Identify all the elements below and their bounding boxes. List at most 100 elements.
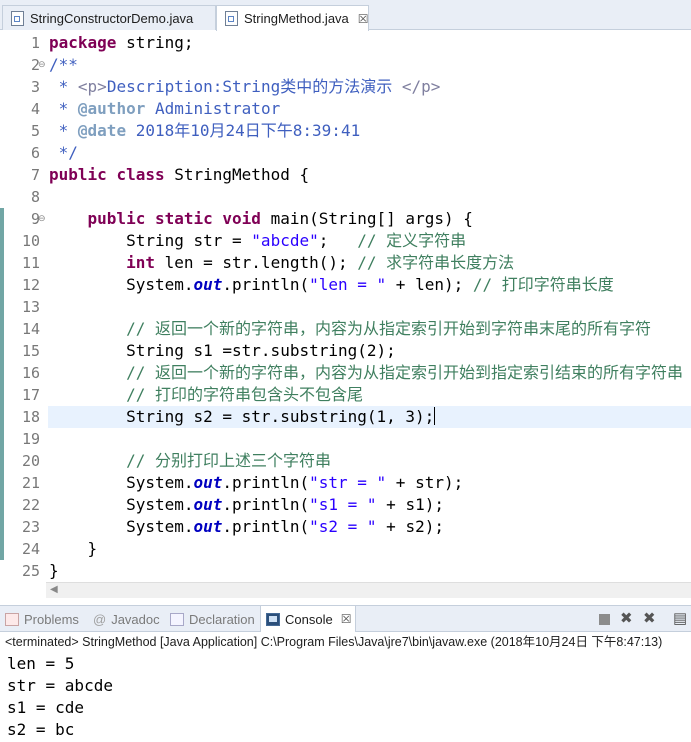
line-number: 11 (21, 254, 40, 272)
code-line[interactable]: // 返回一个新的字符串，内容为从指定索引开始到字符串末尾的所有字符 (49, 318, 651, 340)
java-file-icon (225, 11, 238, 26)
code-line[interactable]: String s1 =str.substring(2); (49, 340, 396, 362)
code-line[interactable]: package string; (49, 32, 194, 54)
tab-label: Declaration (189, 611, 255, 627)
code-token: Administrator (145, 99, 281, 118)
code-token: "s2 = " (309, 517, 377, 536)
fold-toggle-icon[interactable]: ⊖ (38, 208, 48, 230)
code-token: // 返回一个新的字符串，内容为从指定索引开始到字符串末尾的所有字符 (126, 319, 651, 338)
code-token: </p> (401, 77, 441, 96)
code-token: main(String[] args) { (260, 209, 473, 228)
tab-console[interactable]: Console ☒ (260, 605, 356, 632)
line-number: 21 (21, 474, 40, 492)
line-number: 5 (30, 122, 40, 140)
bottom-view-tab-bar: Problems @ Javadoc Declaration Console ☒… (0, 605, 691, 632)
code-line[interactable]: public static void main(String[] args) { (49, 208, 473, 230)
problems-icon (5, 612, 19, 626)
code-token: public (49, 165, 107, 184)
line-number: 13 (21, 298, 40, 316)
line-number: 23 (21, 518, 40, 536)
line-number: 8 (30, 188, 40, 206)
code-token: 2018年10月24日下午8:39:41 (126, 121, 361, 140)
line-number: 24 (21, 540, 40, 558)
code-token: * (49, 99, 78, 118)
line-number: 1 (30, 34, 40, 52)
code-line[interactable]: String str = "abcde"; // 定义字符串 (49, 230, 466, 252)
code-token: StringMethod { (164, 165, 310, 184)
fold-toggle-icon[interactable]: ⊖ (38, 54, 48, 76)
line-number: 3 (30, 78, 40, 96)
tab-declaration[interactable]: Declaration (165, 606, 255, 632)
code-token: * (49, 121, 78, 140)
code-line[interactable]: // 分别打印上述三个字符串 (49, 450, 331, 472)
code-line[interactable]: /** (49, 54, 78, 76)
pin-console-icon[interactable]: ▤ (673, 611, 687, 626)
code-token: // 分别打印上述三个字符串 (126, 451, 331, 470)
tab-problems[interactable]: Problems (0, 606, 79, 632)
code-line[interactable]: System.out.println("str = " + str); (49, 472, 463, 494)
declaration-icon (170, 612, 184, 626)
remove-all-terminated-icon[interactable]: ✖ (643, 611, 656, 626)
remove-launch-icon[interactable]: ✖ (620, 611, 633, 626)
tab-string-constructor-demo[interactable]: StringConstructorDemo.java (2, 5, 216, 30)
code-editor[interactable]: 1 2 ⊖ 3 4 5 6 7 8 9 ⊖ 10 11 12 13 14 15 16 17 18 19 20 21 22 23 2… (0, 31, 691, 598)
line-number: 18 (21, 408, 40, 426)
line-number: 17 (21, 386, 40, 404)
code-line[interactable]: * <p>Description:String类中的方法演示 </p> (49, 76, 441, 98)
console-output[interactable]: len = 5 str = abcde s1 = cde s2 = bc (0, 653, 691, 742)
terminate-icon[interactable] (599, 614, 610, 625)
code-token: // 返回一个新的字符串，内容为从指定索引开始到指定索引结束的所有字符串 (126, 363, 683, 382)
code-line[interactable]: // 返回一个新的字符串，内容为从指定索引开始到指定索引结束的所有字符串 (49, 362, 683, 384)
code-token: out (193, 275, 223, 294)
code-token: package (49, 33, 117, 52)
code-token: // 打印的字符串包含头不包含尾 (126, 385, 363, 404)
code-token: int (126, 253, 155, 272)
code-line[interactable]: public class StringMethod { (49, 164, 309, 186)
code-token: System. (49, 275, 194, 294)
code-token: String str = (49, 231, 252, 250)
code-line[interactable]: * @author Administrator (49, 98, 281, 120)
line-number: 12 (21, 276, 40, 294)
line-number: 6 (30, 144, 40, 162)
code-token: .println( (222, 517, 310, 536)
code-token: + s2); (376, 517, 444, 536)
code-line[interactable]: String s2 = str.substring(1, 3); (49, 406, 436, 428)
code-line[interactable]: } (49, 560, 59, 582)
code-token: public (87, 209, 146, 228)
tab-string-method[interactable]: StringMethod.java ☒ (216, 5, 369, 31)
tab-javadoc[interactable]: @ Javadoc (88, 606, 160, 632)
console-output-line: len = 5 (7, 654, 75, 673)
code-token: String s1 =str.substring(2); (49, 341, 396, 360)
code-token: ; (318, 231, 358, 250)
code-token: } (49, 561, 59, 580)
code-line[interactable]: System.out.println("len = " + len); // 打… (49, 274, 614, 296)
code-token: "abcde" (251, 231, 319, 250)
line-number-gutter: 1 2 ⊖ 3 4 5 6 7 8 9 ⊖ 10 11 12 13 14 15 16 17 18 19 20 21 22 23 2… (4, 31, 46, 584)
code-token: <p> (77, 77, 107, 96)
code-line[interactable]: // 打印的字符串包含头不包含尾 (49, 384, 363, 406)
close-tab-icon[interactable]: ☒ (358, 12, 369, 26)
line-number: 19 (21, 430, 40, 448)
close-tab-icon[interactable]: ☒ (341, 612, 352, 626)
line-number: 20 (21, 452, 40, 470)
code-token: /** (49, 55, 78, 74)
code-line[interactable]: * @date 2018年10月24日下午8:39:41 (49, 120, 361, 142)
code-token: System. (49, 517, 194, 536)
code-line[interactable]: System.out.println("s2 = " + s2); (49, 516, 444, 538)
code-token: Description:String类中的方法演示 (106, 77, 402, 96)
code-line[interactable]: } (49, 538, 98, 560)
line-number: 16 (21, 364, 40, 382)
line-number: 15 (21, 342, 40, 360)
code-line[interactable]: */ (49, 142, 78, 164)
code-token: */ (49, 143, 78, 162)
code-line[interactable]: int len = str.length(); // 求字符串长度方法 (49, 252, 514, 274)
code-token: string; (116, 33, 194, 52)
line-number: 7 (30, 166, 40, 184)
code-line[interactable]: System.out.println("s1 = " + s1); (49, 494, 444, 516)
horizontal-scrollbar[interactable]: ◀ (46, 582, 691, 598)
console-output-line: s2 = bc (7, 720, 75, 739)
scroll-left-icon[interactable]: ◀ (50, 584, 58, 595)
tab-label: Problems (24, 611, 79, 627)
